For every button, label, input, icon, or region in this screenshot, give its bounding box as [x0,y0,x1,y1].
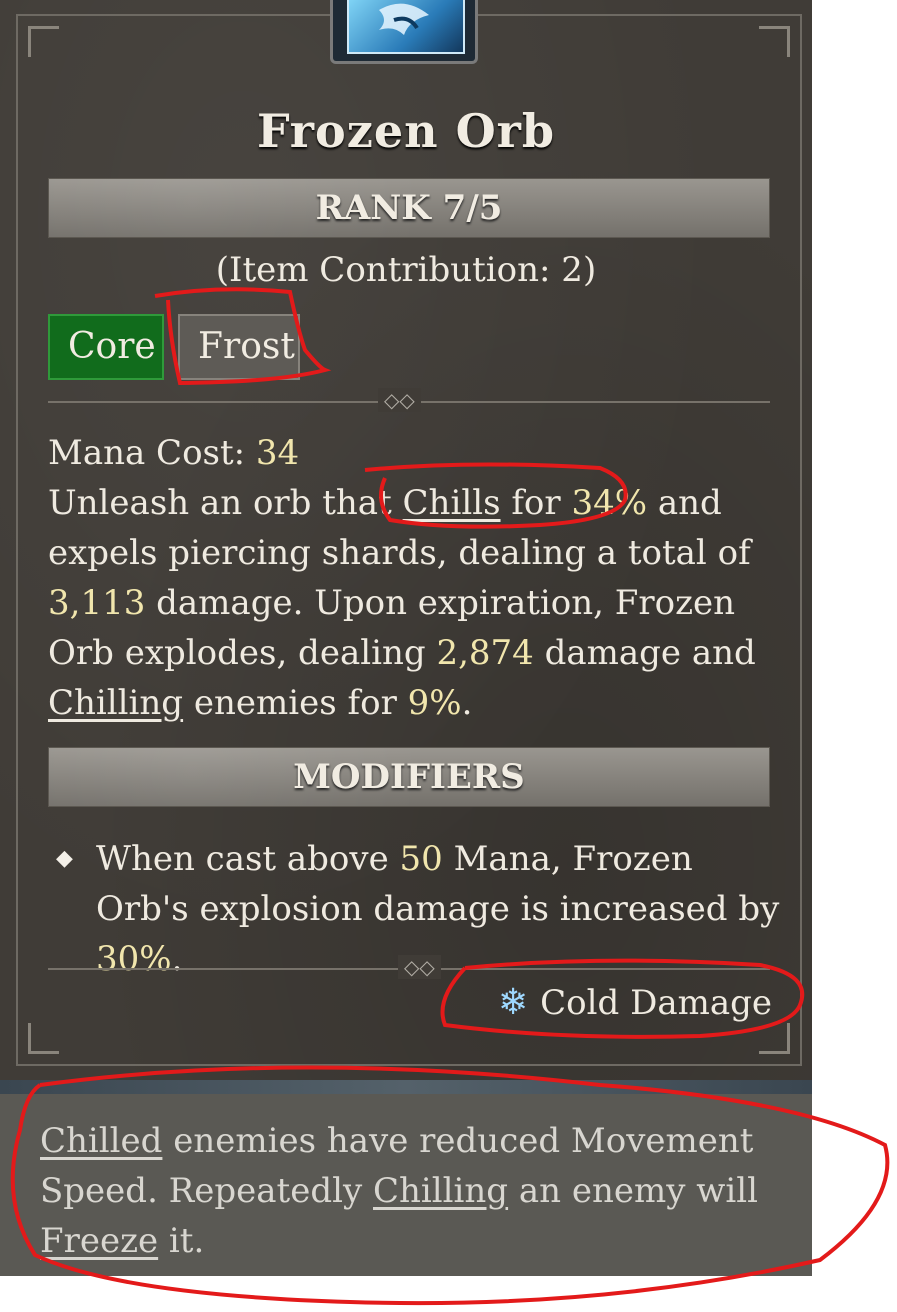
modifier-text-part: When cast above [96,839,400,879]
tooltip-text: an enemy will [508,1171,758,1211]
keyword-chilled[interactable]: Chilled [40,1121,162,1161]
modifiers-banner: MODIFIERS [48,747,770,807]
tag-core: Core [48,314,164,380]
skill-description: Mana Cost: 34 Unleash an orb that Chills… [48,428,788,728]
divider-ornament-icon: ◇◇ [398,955,441,979]
frozen-orb-skill-icon [330,0,478,64]
frame-corner [759,26,790,57]
tooltip-text: it. [158,1221,205,1261]
frozen-orb-icon [347,0,465,54]
frame-corner [28,26,59,57]
mana-cost-label: Mana Cost: [48,433,256,473]
description-text: for [500,483,572,523]
chill-percent: 34% [571,483,648,523]
keyword-chilling[interactable]: Chilling [373,1171,508,1211]
bullet-icon: ◆ [56,846,73,871]
modifier-text: When cast above 50 Mana, Frozen Orb's ex… [96,834,786,984]
damage-type-label: Cold Damage [540,983,772,1023]
explosion-damage-value: 2,874 [436,633,534,673]
rank-banner: RANK 7/5 [48,178,770,238]
description-text: . [461,683,473,723]
item-contribution: (Item Contribution: 2) [215,250,597,290]
frame-corner [28,1023,59,1054]
damage-type: ❄ Cold Damage [498,982,772,1023]
mana-cost-value: 34 [255,433,300,473]
snowflake-icon: ❄ [497,982,529,1023]
tooltip-separator [0,1080,812,1094]
bonus-percent: 30% [96,939,172,979]
keyword-freeze[interactable]: Freeze [40,1221,158,1261]
divider-ornament-icon: ◇◇ [378,388,421,412]
chill-percent: 9% [407,683,462,723]
skill-tooltip-panel: Frozen Orb RANK 7/5 (Item Contribution: … [0,0,812,1080]
damage-value: 3,113 [48,583,146,623]
description-text: enemies for [183,683,408,723]
frame-corner [759,1023,790,1054]
description-text: damage and [533,633,756,673]
keyword-chills[interactable]: Chills [403,483,501,523]
skill-title: Frozen Orb [256,104,556,158]
modifier-text-part: . [171,939,183,979]
description-text: Unleash an orb that [48,483,403,523]
keyword-tooltip: Chilled enemies have reduced Movement Sp… [0,1094,812,1276]
keyword-chilling[interactable]: Chilling [48,683,183,723]
tag-frost: Frost [178,314,300,380]
mana-threshold: 50 [399,839,443,879]
